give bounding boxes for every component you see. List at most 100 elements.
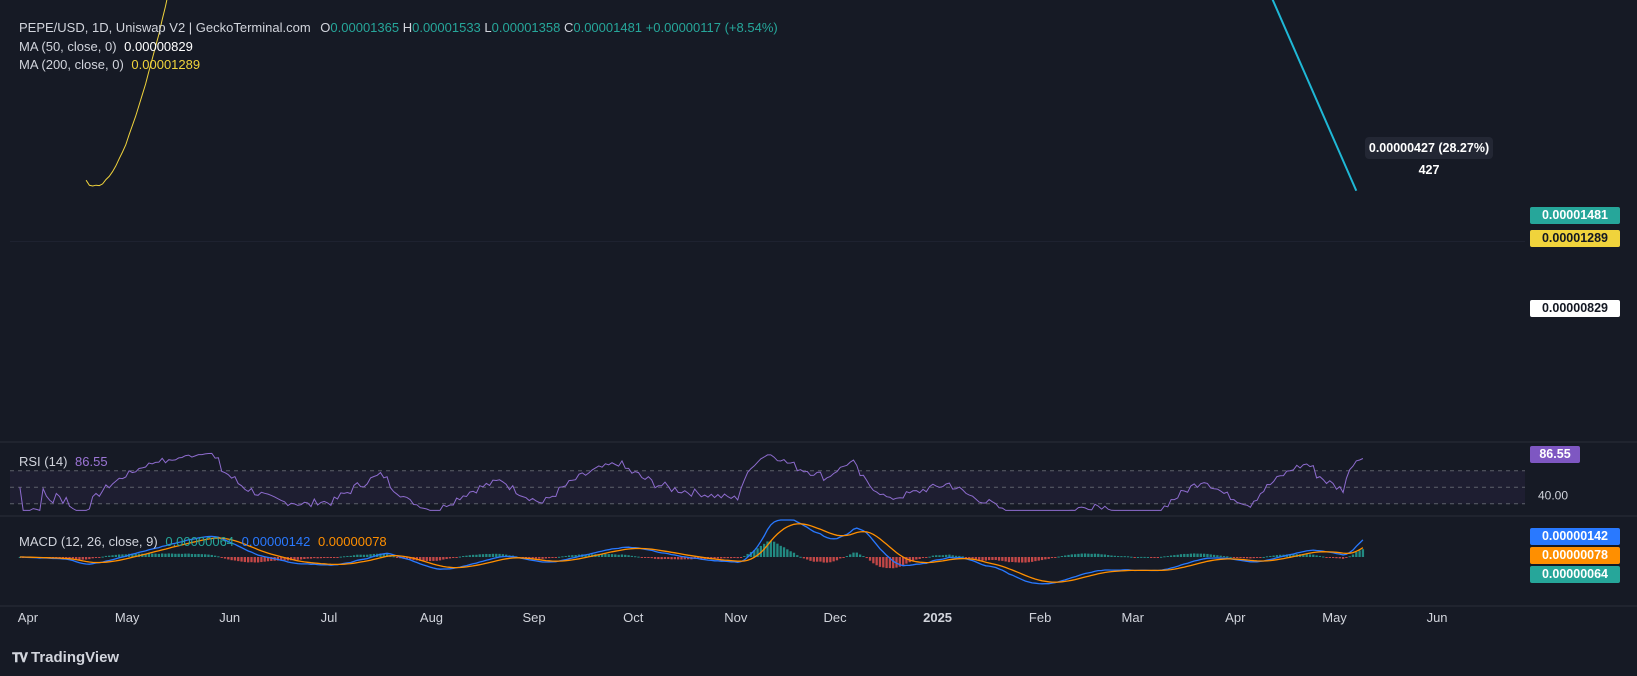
macd-hist-bar	[1219, 555, 1222, 557]
macd-hist-bar	[1325, 557, 1328, 558]
time-tick-label: Jul	[321, 610, 338, 625]
macd-hist-bar	[1269, 555, 1272, 557]
macd-hist-bar	[1245, 557, 1249, 559]
change-value: +0.00000117 (+8.54%)	[645, 20, 778, 35]
macd-hist-bar	[316, 557, 319, 559]
macd-hist-bar	[736, 557, 739, 559]
macd-hist-bar	[1087, 553, 1090, 557]
macd-hist-bar	[194, 554, 197, 557]
macd-hist-bar	[1110, 555, 1113, 557]
macd-hist-bar	[227, 557, 230, 560]
symbol-title: PEPE/USD, 1D, Uniswap V2 | GeckoTerminal…	[19, 20, 311, 35]
macd-hist-bar	[610, 554, 614, 557]
macd-signal-line	[19, 523, 1364, 583]
macd-hist-bar	[1153, 557, 1156, 558]
ma200-price-tag: 0.00001289	[1530, 230, 1620, 247]
macd-hist-bar	[994, 557, 997, 560]
macd-hist-bar	[190, 553, 194, 557]
measure-label[interactable]: 0.00000427 (28.27%) 427	[1365, 137, 1493, 177]
macd-hist-bar	[1232, 557, 1236, 558]
macd-hist-bar	[849, 554, 852, 557]
macd-hist-bar	[964, 557, 968, 558]
price-chart[interactable]: Apr May Jun Jul Aug Sep Oct Nov Dec 2025 Feb Mar Apr…	[0, 0, 1637, 676]
macd-hist-bar	[819, 557, 822, 562]
macd-hist-bar	[485, 553, 488, 557]
macd-hist-bar	[1017, 557, 1021, 563]
symbol-legend: PEPE/USD, 1D, Uniswap V2 | GeckoTerminal…	[19, 20, 778, 35]
macd-hist-bar	[1173, 555, 1176, 557]
macd-hist-bar	[938, 555, 941, 557]
macd-hist-bar	[567, 555, 571, 557]
macd-hist-bar	[465, 555, 468, 557]
macd-hist-bar	[1358, 550, 1361, 557]
macd-legend[interactable]: MACD (12, 26, close, 9) 0.00000064 0.000…	[19, 534, 387, 549]
macd-hist-bar	[872, 557, 875, 564]
macd-hist-bar	[333, 557, 336, 558]
macd-hist-bar	[812, 557, 815, 562]
macd-hist-bar	[617, 554, 620, 557]
macd-hist-bar	[901, 557, 905, 566]
macd-hist-bar	[726, 557, 729, 559]
macd-hist-bar	[299, 557, 303, 560]
macd-hist-bar	[858, 554, 862, 557]
low-label: L	[484, 20, 492, 35]
rsi-legend[interactable]: RSI (14) 86.55	[19, 454, 108, 469]
macd-hist-tag: 0.00000064	[1530, 566, 1620, 583]
macd-hist-bar	[882, 557, 885, 568]
time-tick-label: Nov	[724, 610, 748, 625]
macd-hist-bar	[557, 556, 561, 558]
macd-hist-bar	[792, 552, 796, 557]
macd-hist-bar	[534, 557, 538, 559]
time-tick-label: May	[115, 610, 140, 625]
ma50-legend[interactable]: MA (50, close, 0) 0.00000829	[19, 39, 193, 54]
macd-hist-bar	[260, 557, 263, 563]
macd-hist-bar	[74, 557, 78, 560]
macd-hist-bar	[491, 553, 495, 557]
macd-hist-bar	[1080, 553, 1083, 557]
macd-hist-bar	[468, 555, 471, 557]
macd-hist-bar	[1272, 555, 1275, 557]
macd-hist-bar	[941, 555, 944, 557]
macd-hist-bar	[944, 554, 948, 557]
rsi-label: RSI (14)	[19, 454, 68, 469]
macd-hist-bar	[627, 555, 630, 557]
macd-hist-bar	[1318, 555, 1322, 557]
macd-hist-bar	[1308, 554, 1312, 557]
macd-hist-bar	[987, 557, 991, 561]
macd-hist-bar	[164, 553, 167, 557]
macd-hist-bar	[815, 557, 819, 562]
macd-hist-bar	[842, 557, 845, 558]
time-axis: Apr May Jun Jul Aug Sep Oct Nov Dec 2025 Feb Mar Apr…	[18, 610, 1448, 625]
ma200-legend[interactable]: MA (200, close, 0) 0.00001289	[19, 57, 200, 72]
macd-hist-bar	[329, 557, 333, 558]
macd-hist-bar	[634, 556, 637, 558]
macd-hist-bar	[71, 557, 75, 559]
macd-hist-bar	[733, 557, 736, 558]
macd-hist-bar	[1202, 553, 1206, 557]
tradingview-logo-icon: 𝐓𝐕	[12, 650, 28, 665]
macd-hist-bar	[111, 555, 114, 557]
macd-hist-bar	[88, 557, 91, 560]
macd-hist-bar	[1222, 556, 1226, 558]
macd-hist-bar	[167, 553, 170, 557]
macd-hist-bar	[796, 555, 799, 557]
tradingview-logo[interactable]: 𝐓𝐕 TradingView	[12, 649, 119, 666]
time-tick-label: Oct	[623, 610, 644, 625]
close-value: 0.00001481	[573, 20, 643, 35]
macd-hist-bar	[1040, 557, 1044, 561]
macd-hist-bar	[339, 556, 342, 558]
macd-hist-bar	[779, 545, 782, 557]
macd-hist-bar	[670, 557, 673, 560]
macd-hist-bar	[253, 557, 256, 563]
macd-hist-bar	[1116, 556, 1120, 558]
macd-hist-bar	[1206, 553, 1209, 557]
macd-hist-bar	[958, 555, 961, 557]
macd-hist-bar	[223, 557, 227, 559]
macd-hist-bar	[392, 556, 395, 558]
macd-hist-bar	[673, 557, 677, 560]
macd-hist-bar	[237, 557, 240, 562]
macd-hist-bar	[1150, 557, 1153, 558]
macd-hist-bar	[458, 556, 462, 558]
channel-lower-line	[1271, 0, 1358, 192]
time-tick-label: Apr	[18, 610, 39, 625]
